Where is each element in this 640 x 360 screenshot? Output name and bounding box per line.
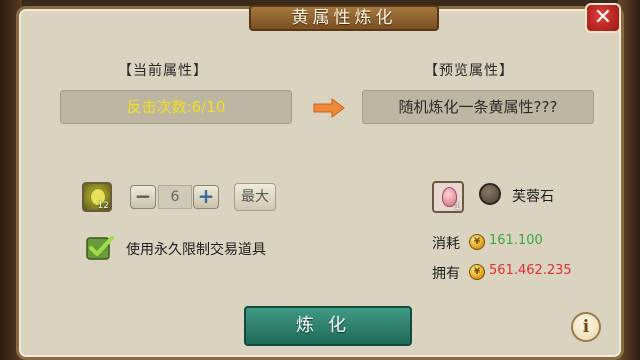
coin-icon: ¥ <box>469 264 485 280</box>
close-icon: ✕ <box>593 5 613 30</box>
owned-value: 561.462.235 <box>489 263 572 278</box>
preview-attribute-label: 【预览属性】 <box>424 63 514 79</box>
material-count: 12 <box>97 201 109 211</box>
current-attribute-value: 反击次数:6/10 <box>60 90 292 124</box>
arrow-right-icon <box>313 98 345 118</box>
checkbox-label: 使用永久限制交易道具 <box>126 242 266 258</box>
gem-socket-icon <box>479 183 501 205</box>
close-button[interactable]: ✕ <box>585 3 621 33</box>
cost-value: 161.100 <box>489 233 543 248</box>
stone-count: 1 <box>454 202 460 212</box>
refine-button[interactable]: 炼化 <box>244 306 412 346</box>
stone-item-slot[interactable]: 1 <box>432 181 464 213</box>
max-button[interactable]: 最大 <box>234 183 276 211</box>
owned-label: 拥有 <box>432 266 460 282</box>
current-attribute-label: 【当前属性】 <box>118 63 208 79</box>
info-button[interactable]: i <box>571 312 601 342</box>
cost-label: 消耗 <box>432 236 460 252</box>
quantity-decrease-button[interactable]: − <box>130 185 156 209</box>
quantity-field[interactable]: 6 <box>158 185 192 209</box>
preview-attribute-value: 随机炼化一条黄属性??? <box>362 90 594 124</box>
coin-icon: ¥ <box>469 234 485 250</box>
stone-name: 芙蓉石 <box>512 189 554 205</box>
checkmark-icon[interactable] <box>86 235 114 261</box>
panel-title: 黄属性炼化 <box>249 5 439 31</box>
material-item-slot[interactable]: 12 <box>82 182 112 212</box>
quantity-increase-button[interactable]: + <box>193 185 219 209</box>
